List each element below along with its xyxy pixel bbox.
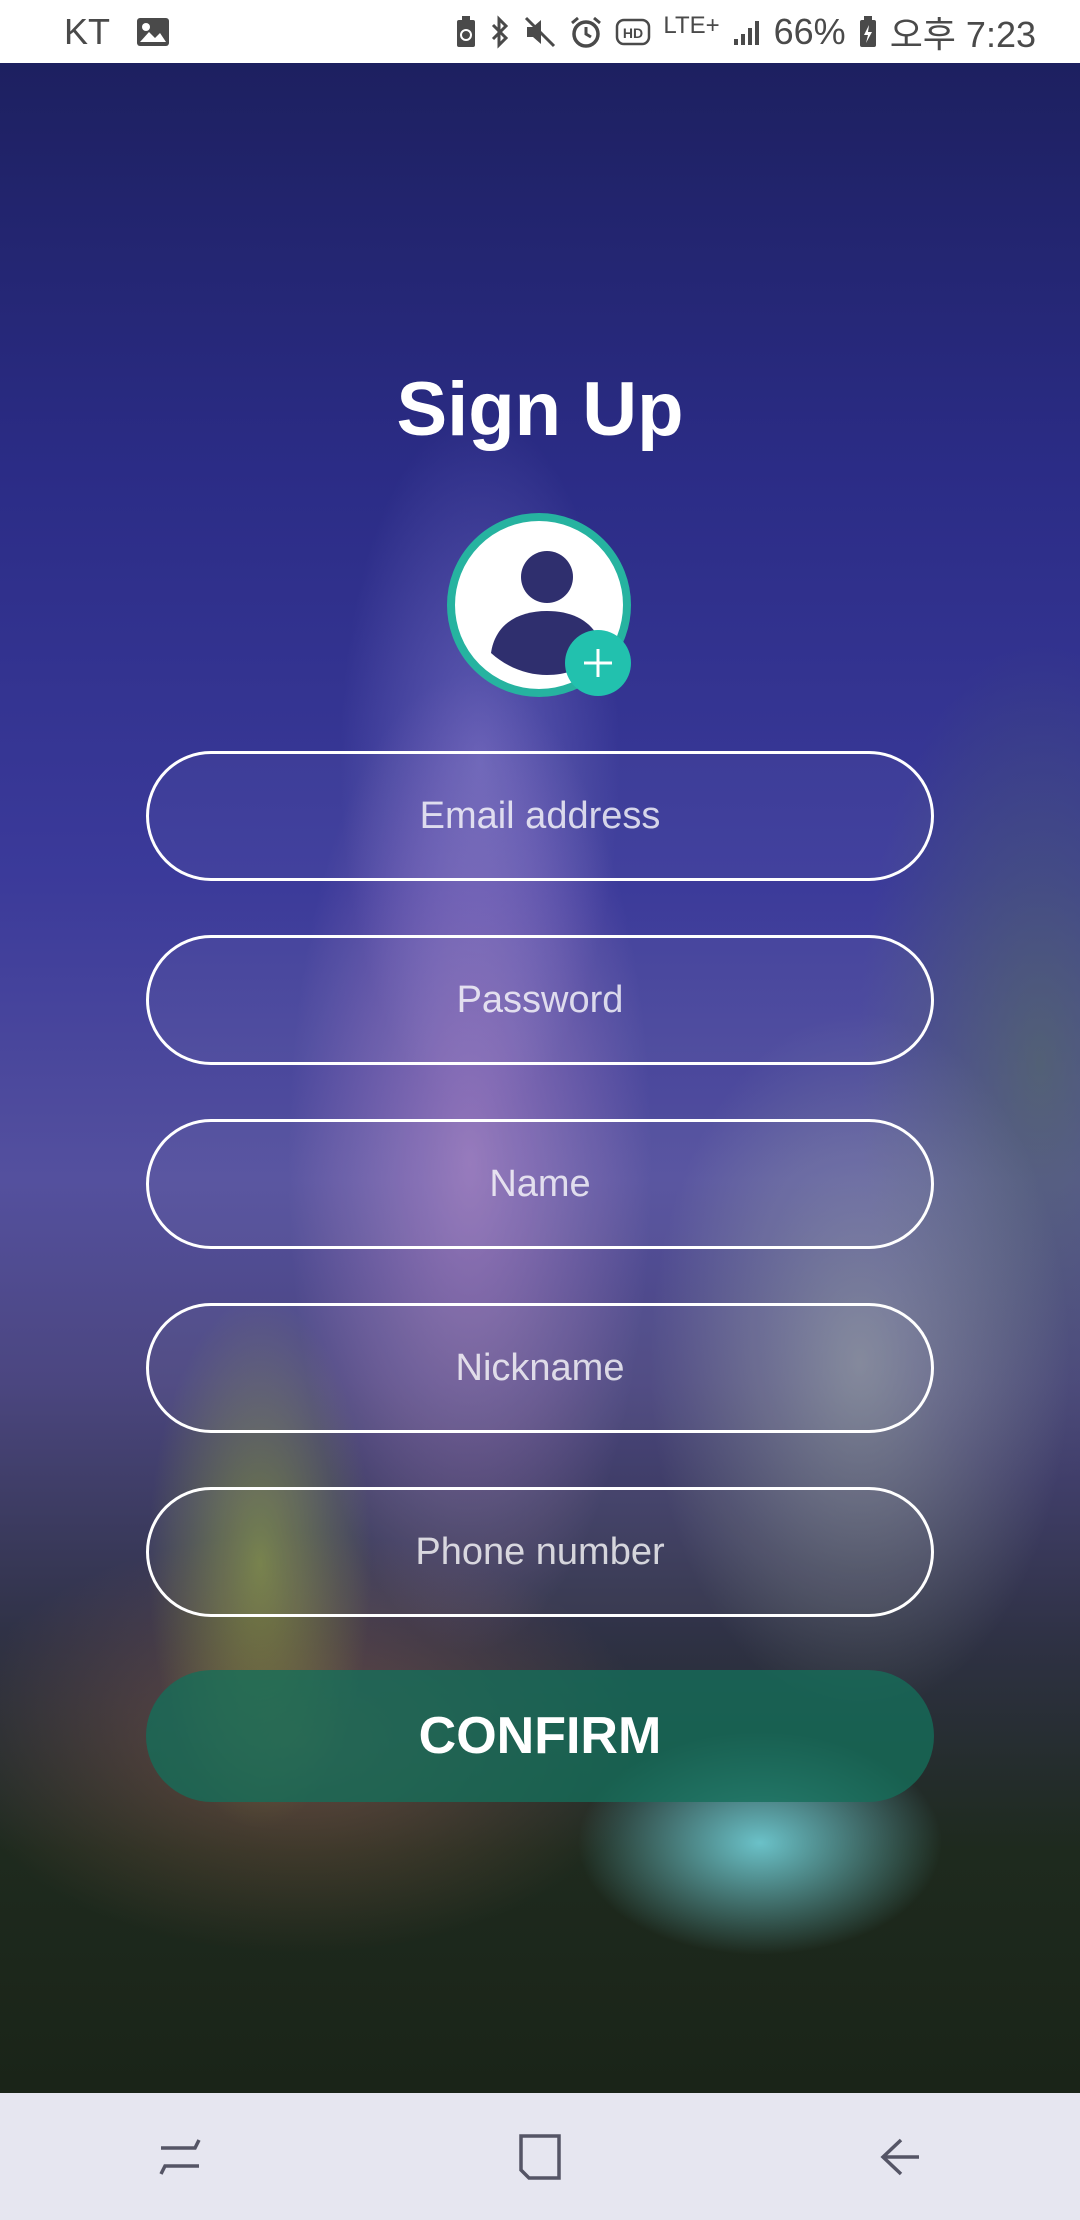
network-type-icon: LTE+ (663, 12, 719, 52)
phone-number-field-container (146, 1487, 934, 1617)
confirm-button[interactable]: CONFIRM (146, 1670, 934, 1802)
nickname-field[interactable] (149, 1305, 931, 1431)
nickname-field-container (146, 1303, 934, 1433)
navigation-bar (0, 2093, 1080, 2220)
signup-screen: KT HD LTE+ 66% 오후 7:23 Sign Up Email add… (0, 0, 1080, 2220)
plus-icon (584, 649, 612, 677)
password-field[interactable] (149, 937, 931, 1063)
battery-icon (858, 12, 878, 52)
page-title: Sign Up (396, 367, 684, 452)
recent-apps-icon (159, 2138, 201, 2175)
phone-number-field[interactable] (149, 1489, 931, 1615)
signal-icon (732, 12, 762, 52)
clock-label: 오후 7:23 (889, 13, 1036, 55)
password-field-container (146, 935, 934, 1065)
image-icon (136, 12, 170, 52)
network-type-label: LTE+ (663, 11, 720, 39)
email-field-container (146, 751, 934, 881)
carrier-label: KT (64, 10, 111, 52)
battery-percent-label: 66% (773, 10, 846, 52)
mute-icon (523, 12, 557, 52)
back-icon (880, 2138, 919, 2175)
recent-apps-button[interactable] (120, 2107, 240, 2207)
battery-saver-icon (455, 12, 477, 52)
email-field[interactable] (149, 753, 931, 879)
hd-voice-icon: HD (615, 12, 651, 52)
home-icon (519, 2133, 561, 2180)
alarm-icon (569, 12, 603, 52)
home-button[interactable] (480, 2107, 600, 2207)
svg-text:HD: HD (623, 25, 643, 41)
back-button[interactable] (840, 2107, 960, 2207)
bluetooth-icon (489, 12, 511, 52)
name-field-container (146, 1119, 934, 1249)
status-bar: KT HD LTE+ 66% 오후 7:23 (0, 0, 1080, 63)
name-field[interactable] (149, 1121, 931, 1247)
add-photo-button[interactable] (565, 630, 631, 696)
